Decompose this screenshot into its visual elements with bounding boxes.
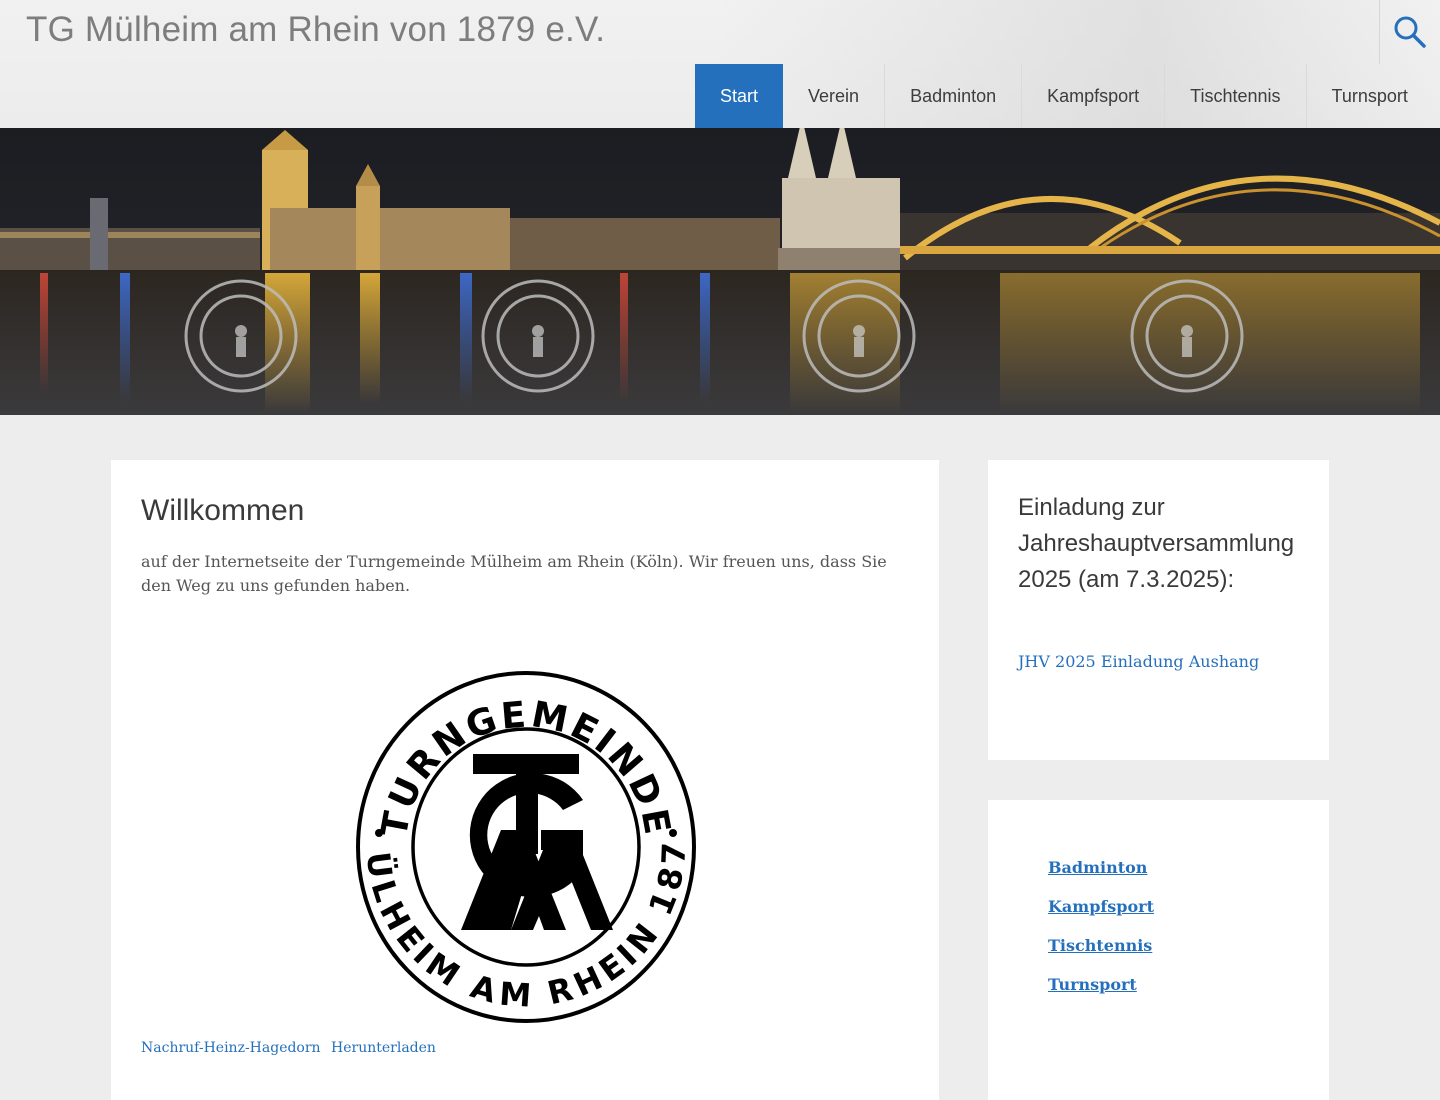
search-button[interactable] [1379,0,1440,64]
site-title[interactable]: TG Mülheim am Rhein von 1879 e.V. [26,10,605,50]
nav-item-badminton[interactable]: Badminton [885,64,1023,128]
list-item: Turnsport [1048,975,1154,1014]
download-button[interactable]: Herunterladen [331,1040,436,1056]
nav-item-verein[interactable]: Verein [783,64,886,128]
list-item: Kampfsport [1048,897,1154,936]
list-item: Badminton [1048,858,1154,897]
sidebar-sports-widget: Badminton Kampfsport Tischtennis Turnspo… [988,800,1329,1100]
sidebar-invitation-widget: Einladung zur Jahreshauptversammlung 202… [988,460,1329,760]
header-banner-image [0,128,1440,415]
file-link-nachruf[interactable]: Nachruf-Heinz-Hagedorn [141,1040,321,1056]
intro-text: auf der Internetseite der Turngemeinde M… [141,552,887,595]
nav-item-turnsport[interactable]: Turnsport [1307,64,1433,128]
nav-item-kampfsport[interactable]: Kampfsport [1022,64,1166,128]
sport-link-turnsport[interactable]: Turnsport [1048,975,1137,994]
page-title: Willkommen [141,494,305,527]
invitation-link[interactable]: JHV 2025 Einladung Aushang [1018,652,1259,671]
list-item: Tischtennis [1048,936,1154,975]
nav-item-start[interactable]: Start [695,64,784,128]
search-icon [1394,16,1426,48]
main-navigation: Start Verein Badminton Kampfsport Tischt… [695,64,1433,128]
sport-link-tischtennis[interactable]: Tischtennis [1048,936,1152,955]
sport-link-kampfsport[interactable]: Kampfsport [1048,897,1154,916]
site-header: TG Mülheim am Rhein von 1879 e.V. Start … [0,0,1440,128]
sport-link-badminton[interactable]: Badminton [1048,858,1147,877]
main-content-card: Willkommen auf der Internetseite der Tur… [111,460,939,1100]
nav-item-tischtennis[interactable]: Tischtennis [1165,64,1307,128]
invitation-title: Einladung zur Jahreshauptversammlung 202… [1018,494,1295,593]
sports-link-list: Badminton Kampfsport Tischtennis Turnspo… [1048,858,1154,1014]
club-logo: TURNGEMEINDE MÜLHEIM AM RHEIN 1879 [335,659,701,1030]
file-download-row: Nachruf-Heinz-Hagedorn Herunterladen [141,1040,442,1056]
